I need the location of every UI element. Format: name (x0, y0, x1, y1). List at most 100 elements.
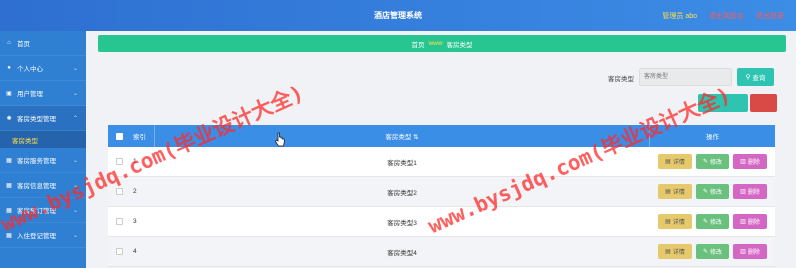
trash-icon: ▥ (740, 159, 746, 165)
detail-button-label: 详情 (672, 160, 685, 166)
edit-icon: ✎ (702, 249, 708, 255)
edit-icon: ✎ (702, 219, 708, 225)
header-right: 管理员 abo 退出到前台 退出登录 (662, 11, 784, 21)
edit-button-label: 修改 (710, 250, 723, 256)
trash-icon: ▥ (740, 189, 746, 195)
row-checkbox-cell (108, 188, 130, 195)
mouse-pointer-icon (275, 132, 285, 147)
sidebar: ⌂ 首页 ● 个人中心 ⌄ ▣ 用户管理 ⌄ ✺ 客房类型管理 ⌃ 客房类型 ▦… (0, 31, 86, 268)
header-operation: 操作 (706, 134, 719, 141)
detail-icon: ▤ (665, 189, 671, 195)
grid-icon: ▦ (6, 182, 12, 189)
trash-icon: ▥ (740, 249, 746, 255)
detail-button-label: 详情 (672, 250, 685, 256)
edit-icon: ✎ (702, 159, 708, 165)
row-actions: ▤ 详情 ✎ 修改 ▥ 删除 (650, 214, 775, 229)
breadcrumb-separator: www (428, 40, 443, 47)
detail-button[interactable]: ▤ 详情 (658, 244, 692, 259)
table-row: 3 客房类型3 ▤ 详情 ✎ 修改 ▥ 删除 (108, 207, 775, 237)
row-actions: ▤ 详情 ✎ 修改 ▥ 删除 (650, 184, 775, 199)
detail-button[interactable]: ▤ 详情 (658, 154, 692, 169)
row-checkbox-cell (108, 248, 130, 255)
row-room-type: 客房类型1 (387, 159, 417, 167)
detail-button-label: 详情 (672, 220, 685, 226)
search-input[interactable] (639, 68, 732, 86)
chevron-down-icon: ⌄ (72, 66, 78, 72)
edit-button[interactable]: ✎ 修改 (696, 244, 729, 259)
sidebar-item-label: 用户管理 (17, 91, 43, 98)
search-button[interactable]: ⚲ 查询 (737, 68, 774, 86)
edit-icon: ✎ (702, 189, 708, 195)
row-room-type: 客房类型4 (387, 249, 417, 257)
trash-icon: ▥ (740, 219, 746, 225)
main-content: 首页 www 客房类型 客房类型 ⚲ 查询 索引 客房类型 ⇅ 操作 1 (86, 31, 796, 268)
detail-icon: ▤ (665, 159, 671, 165)
gear-icon: ✺ (6, 115, 12, 122)
select-all-checkbox[interactable] (115, 132, 123, 140)
add-button[interactable] (698, 94, 748, 112)
row-index: 1 (133, 158, 137, 165)
submenu-item-room-type[interactable]: 客房类型 (0, 131, 86, 148)
delete-button[interactable]: ▥ 删除 (733, 184, 767, 199)
home-icon: ⌂ (7, 40, 11, 46)
chevron-down-icon: ⌄ (72, 91, 78, 97)
top-header: 酒店管理系统 管理员 abo 退出到前台 退出登录 (0, 0, 796, 31)
header-room-type[interactable]: 客房类型 ⇅ (155, 131, 649, 141)
logout-link[interactable]: 退出登录 (756, 11, 784, 21)
chevron-down-icon: ⌄ (72, 233, 78, 239)
row-actions: ▤ 详情 ✎ 修改 ▥ 删除 (650, 244, 775, 259)
row-index: 4 (133, 248, 137, 255)
grid-icon: ▦ (6, 157, 12, 164)
row-room-type: 客房类型3 (387, 219, 417, 227)
sidebar-item-label: 个人中心 (17, 66, 43, 73)
sidebar-item-profile[interactable]: ● 个人中心 ⌄ (0, 56, 86, 81)
sidebar-item-checkin[interactable]: ▦ 入住登记管理 ⌄ (0, 223, 86, 248)
row-checkbox[interactable] (115, 218, 123, 225)
delete-button[interactable]: ▥ 删除 (733, 154, 767, 169)
search-button-label: 查询 (752, 75, 766, 82)
row-index: 3 (133, 218, 137, 225)
sidebar-item-room-info[interactable]: ▦ 客房信息管理 ⌄ (0, 173, 86, 198)
detail-icon: ▤ (665, 219, 671, 225)
edit-button-label: 修改 (710, 160, 723, 166)
row-checkbox-cell (108, 158, 130, 165)
row-checkbox[interactable] (115, 188, 123, 195)
table-row: 4 客房类型4 ▤ 详情 ✎ 修改 ▥ 删除 (108, 237, 775, 267)
sidebar-item-home[interactable]: ⌂ 首页 (0, 31, 86, 56)
delete-button-label: 删除 (747, 220, 760, 226)
sidebar-item-label: 客房类型管理 (17, 116, 56, 123)
delete-button[interactable]: ▥ 删除 (733, 214, 767, 229)
search-icon: ⚲ (745, 74, 751, 81)
sidebar-item-label: 客房预订管理 (17, 208, 56, 215)
detail-icon: ▤ (665, 249, 671, 255)
table-row: 2 客房类型2 ▤ 详情 ✎ 修改 ▥ 删除 (108, 177, 775, 207)
sidebar-item-label: 客房信息管理 (17, 183, 56, 190)
search-row: 客房类型 ⚲ 查询 (86, 68, 786, 86)
row-actions: ▤ 详情 ✎ 修改 ▥ 删除 (650, 154, 775, 169)
edit-button-label: 修改 (710, 220, 723, 226)
action-row (698, 94, 777, 112)
detail-button[interactable]: ▤ 详情 (658, 214, 692, 229)
chevron-down-icon: ⌄ (72, 183, 78, 189)
table-row: 1 客房类型1 ▤ 详情 ✎ 修改 ▥ 删除 (108, 147, 775, 177)
select-all-cell (108, 132, 130, 140)
chevron-up-icon: ⌃ (72, 116, 78, 122)
delete-button[interactable]: ▥ 删除 (733, 244, 767, 259)
exit-to-frontend-link[interactable]: 退出到前台 (709, 11, 744, 21)
edit-button[interactable]: ✎ 修改 (696, 214, 729, 229)
sidebar-item-room-service[interactable]: ▦ 客房服务管理 ⌄ (0, 148, 86, 173)
sidebar-item-reservation[interactable]: ▦ 客房预订管理 ⌄ (0, 198, 86, 223)
sort-icon[interactable]: ⇅ (413, 134, 418, 141)
edit-button[interactable]: ✎ 修改 (696, 184, 729, 199)
header-room-type-label: 客房类型 (385, 134, 412, 141)
sidebar-item-users[interactable]: ▣ 用户管理 ⌄ (0, 81, 86, 106)
edit-button[interactable]: ✎ 修改 (696, 154, 729, 169)
row-checkbox[interactable] (115, 158, 123, 165)
admin-label: 管理员 abo (662, 13, 697, 20)
detail-button[interactable]: ▤ 详情 (658, 184, 692, 199)
breadcrumb-home[interactable]: 首页 (411, 39, 424, 49)
user-icon: ● (7, 65, 11, 71)
batch-delete-button[interactable] (750, 94, 777, 112)
sidebar-item-room-type[interactable]: ✺ 客房类型管理 ⌃ (0, 106, 86, 131)
row-checkbox[interactable] (115, 248, 123, 255)
